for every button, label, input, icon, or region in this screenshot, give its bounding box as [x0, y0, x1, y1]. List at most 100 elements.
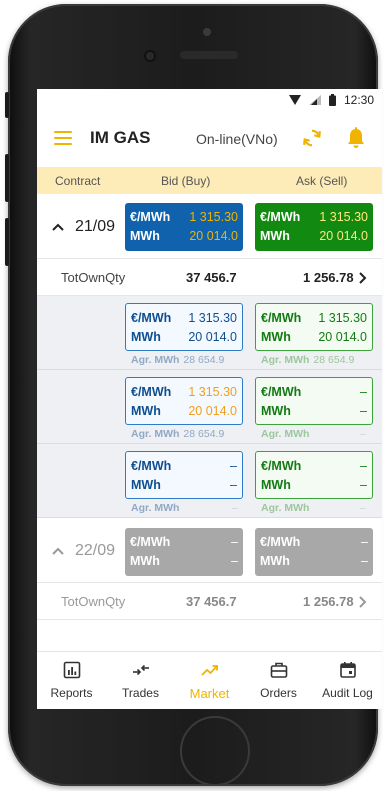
ask-column-label: Ask (Sell): [296, 174, 348, 188]
bid-qty: –: [230, 477, 237, 492]
connection-status: On-line(VNo): [196, 131, 278, 147]
ask-price: –: [360, 458, 367, 473]
agr-unit: Agr. MWh: [131, 354, 180, 366]
reports-icon: [63, 661, 81, 679]
nav-reports[interactable]: Reports: [37, 652, 106, 709]
qty-unit: MWh: [261, 477, 291, 492]
ask-price: –: [361, 534, 368, 549]
app-title: IM GAS: [90, 128, 151, 147]
bid-qty: 20 014.0: [188, 403, 237, 418]
price-unit: €/MWh: [261, 384, 302, 399]
sensor-dot: [203, 28, 211, 36]
chevron-up-icon[interactable]: [51, 544, 65, 558]
price-unit: €/MWh: [130, 209, 171, 224]
ask-agr-value: –: [360, 502, 366, 514]
bid-price: 1 315.30: [188, 384, 237, 399]
agr-unit: Agr. MWh: [261, 502, 310, 514]
nav-market[interactable]: Market: [175, 652, 244, 709]
bid-agr-value: 28 654.9: [183, 428, 225, 440]
nav-label: Audit Log: [322, 686, 373, 700]
price-unit: €/MWh: [131, 458, 172, 473]
best-ask-box[interactable]: €/MWh 1 315.30 MWh 20 014.0: [255, 203, 373, 251]
qty-unit: MWh: [260, 228, 290, 243]
qty-unit: MWh: [131, 477, 161, 492]
bid-agr-label: Agr. MWh 28 654.9: [131, 354, 224, 366]
depth-ask-box[interactable]: €/MWh 1 315.30 MWh 20 014.0: [255, 303, 373, 351]
chevron-right-icon[interactable]: [358, 595, 368, 609]
app-screen: 12:30 IM GAS On-line(VNo) Contract Bid (…: [37, 89, 382, 709]
depth-bid-box[interactable]: €/MWh 1 315.30 MWh 20 014.0: [125, 303, 243, 351]
home-button[interactable]: [180, 716, 250, 786]
ask-qty: 20 014.0: [319, 228, 368, 243]
bid-column-label: Bid (Buy): [161, 174, 211, 188]
agr-unit: Agr. MWh: [261, 428, 310, 440]
audit-log-icon: [340, 662, 356, 678]
contract-row[interactable]: 21/09 €/MWh 1 315.30 MWh 20 014.0 €/MWh 1 3…: [37, 194, 382, 258]
tot-label: TotOwnQty: [61, 270, 126, 285]
chevron-right-icon[interactable]: [358, 271, 368, 285]
qty-unit: MWh: [130, 553, 160, 568]
nav-label: Trades: [122, 686, 159, 700]
bid-price: 1 315.30: [189, 209, 238, 224]
qty-unit: MWh: [131, 329, 161, 344]
bottom-nav: Reports Trades Market Orders Audit Log: [37, 651, 382, 709]
qty-unit: MWh: [260, 553, 290, 568]
status-time: 12:30: [343, 93, 374, 107]
bid-price: –: [230, 458, 237, 473]
nav-audit-log[interactable]: Audit Log: [313, 652, 382, 709]
nav-label: Reports: [50, 686, 93, 700]
bid-qty: 20 014.0: [188, 329, 237, 344]
nav-trades[interactable]: Trades: [106, 652, 175, 709]
ask-qty: –: [360, 403, 367, 418]
ask-qty: –: [361, 553, 368, 568]
earpiece-speaker: [180, 51, 238, 59]
front-camera: [144, 50, 156, 62]
refresh-icon[interactable]: [301, 127, 323, 149]
market-icon: [201, 665, 218, 676]
depth-ask-box[interactable]: €/MWh – MWh –: [255, 451, 373, 499]
bell-icon[interactable]: [346, 127, 366, 149]
nav-label: Market: [189, 686, 230, 701]
depth-bid-box[interactable]: €/MWh – MWh –: [125, 451, 243, 499]
contract-date: 21/09: [75, 218, 116, 235]
ask-qty: –: [360, 477, 367, 492]
contract-row[interactable]: 22/09 €/MWh – MWh – €/MWh – MWh –: [37, 518, 382, 582]
tot-own-qty-row[interactable]: TotOwnQty 37 456.7 1 256.78: [37, 582, 382, 620]
depth-bid-box[interactable]: €/MWh 1 315.30 MWh 20 014.0: [125, 377, 243, 425]
status-bar: 12:30: [37, 89, 382, 113]
column-header: Contract Bid (Buy) Ask (Sell): [37, 167, 382, 194]
chevron-up-icon[interactable]: [51, 220, 65, 234]
ask-price: 1 315.30: [319, 209, 368, 224]
tot-bid-value: 37 456.7: [186, 270, 237, 285]
volume-down-button: [5, 218, 9, 266]
ask-agr-value: 28 654.9: [313, 354, 355, 366]
best-bid-box[interactable]: €/MWh 1 315.30 MWh 20 014.0: [125, 203, 243, 251]
best-ask-box[interactable]: €/MWh – MWh –: [255, 528, 373, 576]
tot-ask-value: 1 256.78: [303, 270, 354, 285]
bid-price: –: [231, 534, 238, 549]
tot-own-qty-row[interactable]: TotOwnQty 37 456.7 1 256.78: [37, 258, 382, 296]
depth-ask-box[interactable]: €/MWh – MWh –: [255, 377, 373, 425]
agr-unit: Agr. MWh: [131, 428, 180, 440]
ask-price: 1 315.30: [318, 310, 367, 325]
best-bid-box[interactable]: €/MWh – MWh –: [125, 528, 243, 576]
contract-column-label: Contract: [55, 174, 101, 188]
contract-date: 22/09: [75, 542, 116, 559]
price-unit: €/MWh: [131, 384, 172, 399]
menu-icon[interactable]: [54, 131, 72, 145]
price-unit: €/MWh: [260, 209, 301, 224]
phone-frame: 12:30 IM GAS On-line(VNo) Contract Bid (…: [5, 4, 382, 786]
bid-agr-value: –: [232, 502, 238, 514]
tot-ask-value: 1 256.78: [303, 594, 354, 609]
bid-price: 1 315.30: [188, 310, 237, 325]
price-unit: €/MWh: [260, 534, 301, 549]
depth-row: €/MWh – MWh – €/MWh – MWh – Agr. MWh – Agr. …: [37, 444, 382, 518]
bid-agr-value: 28 654.9: [183, 354, 225, 366]
qty-unit: MWh: [130, 228, 160, 243]
trades-icon: [133, 664, 149, 676]
ask-price: –: [360, 384, 367, 399]
status-icons: 12:30: [288, 93, 374, 107]
volume-up-button: [5, 154, 9, 202]
qty-unit: MWh: [131, 403, 161, 418]
nav-orders[interactable]: Orders: [244, 652, 313, 709]
